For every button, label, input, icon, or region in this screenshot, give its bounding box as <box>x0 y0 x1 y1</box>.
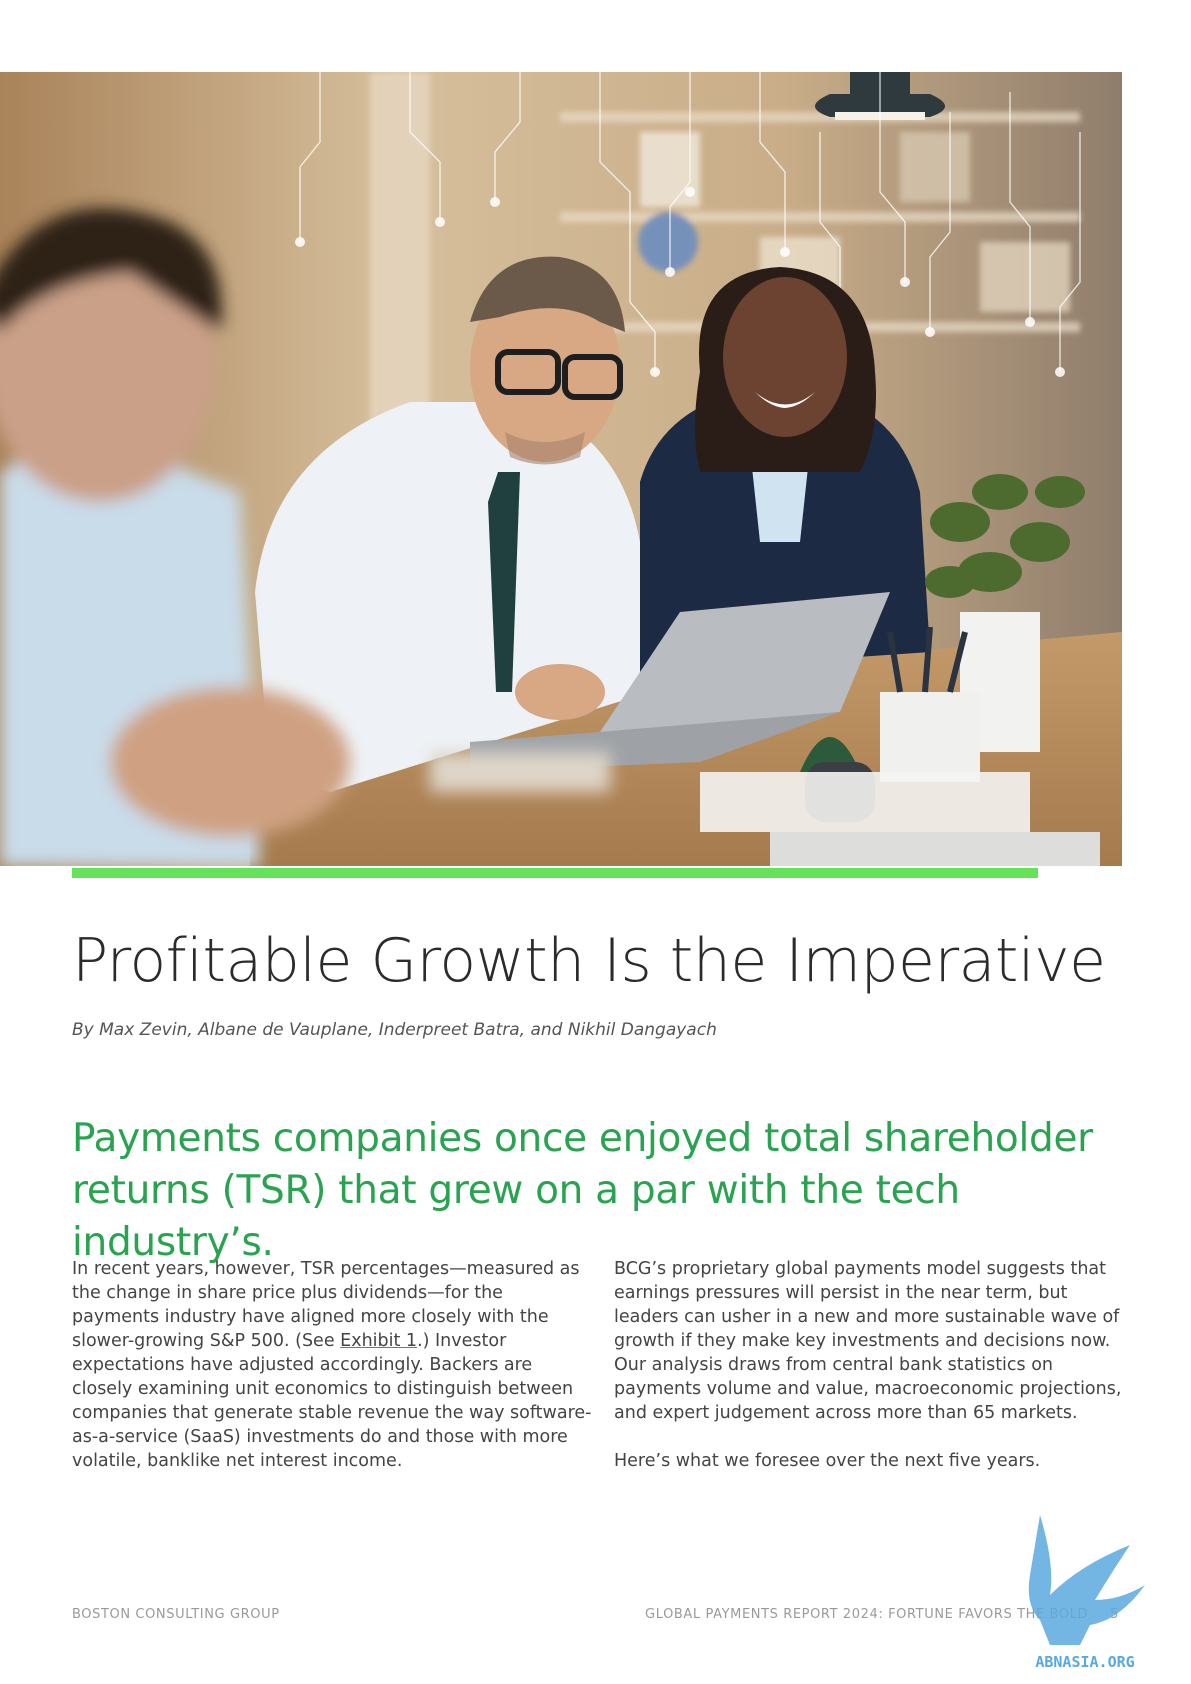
byline: By Max Zevin, Albane de Vauplane, Inderp… <box>72 1020 717 1040</box>
exhibit-link[interactable]: Exhibit 1 <box>340 1331 417 1351</box>
page-title: Profitable Growth Is the Imperative <box>72 926 1106 996</box>
watermark-text: ABNASIA.ORG <box>1035 1653 1134 1671</box>
body-paragraph-2: Here’s what we foresee over the next fiv… <box>614 1451 1041 1471</box>
watermark-logo: ABNASIA.ORG <box>1028 1515 1145 1671</box>
body-text-after-link: .) Investor expectations have adjusted a… <box>72 1331 592 1471</box>
hero-photo <box>0 72 1122 866</box>
body-paragraph: In recent years, however, TSR percentage… <box>72 1257 592 1473</box>
footer-publisher: BOSTON CONSULTING GROUP <box>72 1607 280 1622</box>
accent-rule <box>72 868 1038 878</box>
body-paragraph-1: BCG’s proprietary global payments model … <box>614 1259 1122 1423</box>
body-column-right: BCG’s proprietary global payments model … <box>614 1257 1134 1473</box>
body-column-left: In recent years, however, TSR percentage… <box>72 1257 592 1473</box>
lede-heading: Payments companies once enjoyed total sh… <box>72 1116 1093 1265</box>
hero-illustration <box>0 72 1122 866</box>
